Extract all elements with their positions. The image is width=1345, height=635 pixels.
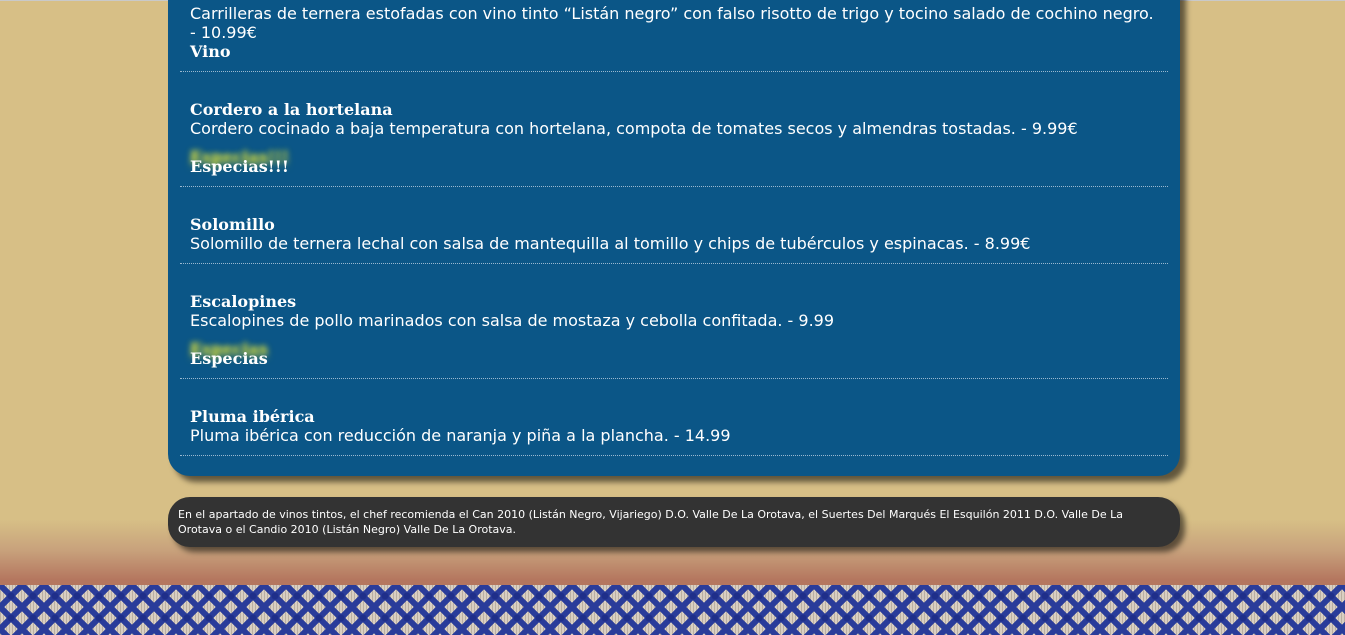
dish-description: Pluma ibérica con reducción de naranja y…: [190, 426, 731, 445]
dish-description: Escalopines de pollo marinados con salsa…: [190, 311, 835, 330]
dish-description: Cordero cocinado a baja temperatura con …: [190, 119, 1078, 138]
dish-description: Carrilleras de ternera estofadas con vin…: [190, 4, 1154, 42]
dish-name: Escalopines: [190, 292, 297, 311]
dish-item: Carrilleras de ternera estofadas con vin…: [180, 4, 1168, 72]
dish-tag: Especias!!!: [190, 157, 289, 176]
wine-recommendation-note: En el apartado de vinos tintos, el chef …: [168, 497, 1180, 547]
dish-item: Solomillo Solomillo de ternera lechal co…: [180, 215, 1168, 264]
dish-description: Solomillo de ternera lechal con salsa de…: [190, 234, 1031, 253]
dish-item: Cordero a la hortelana Cordero cocinado …: [180, 100, 1168, 187]
dish-name: Solomillo: [190, 215, 275, 234]
menu-panel: Carrilleras de ternera estofadas con vin…: [168, 0, 1180, 476]
decorative-pattern-footer: [0, 585, 1345, 635]
dish-tag: Vino: [190, 42, 231, 61]
dish-name: Cordero a la hortelana: [190, 100, 393, 119]
dish-item: Escalopines Escalopines de pollo marinad…: [180, 292, 1168, 379]
dish-tag: Especias: [190, 349, 268, 368]
dish-item: Pluma ibérica Pluma ibérica con reducció…: [180, 407, 1168, 456]
wine-note-text: En el apartado de vinos tintos, el chef …: [178, 508, 1123, 536]
dish-name: Pluma ibérica: [190, 407, 315, 426]
